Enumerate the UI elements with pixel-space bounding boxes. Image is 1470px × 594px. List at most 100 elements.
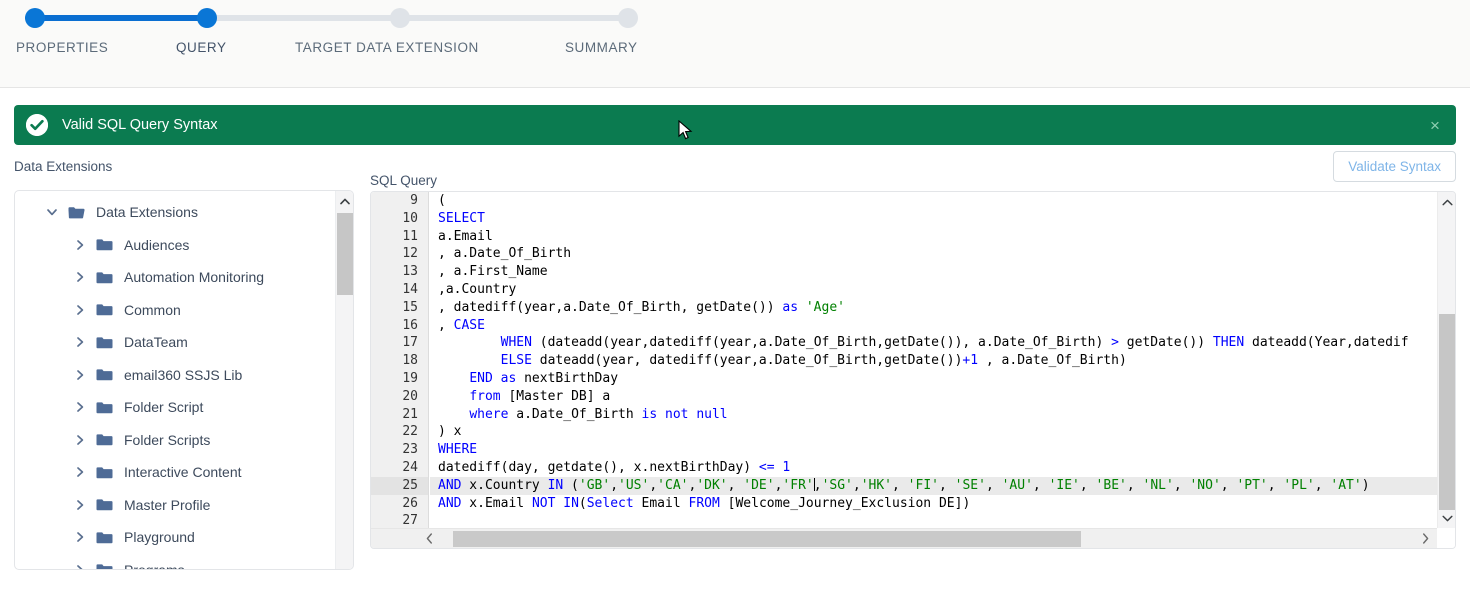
line-number-active: 25 — [371, 476, 428, 495]
chevron-right-icon[interactable] — [73, 433, 87, 447]
code-viewport: 9 10 11 12 13 14 15 16 17 18 19 20 21 22… — [371, 192, 1437, 528]
wizard-step-dot-summary[interactable] — [618, 8, 638, 28]
tree-item-common[interactable]: Common — [15, 294, 335, 327]
editor-vertical-scrollbar-thumb[interactable] — [1439, 314, 1455, 510]
line-number: 14 — [402, 281, 418, 297]
text-caret — [813, 477, 815, 491]
tree-item-master-profile[interactable]: Master Profile — [15, 489, 335, 522]
tree-item-interactive-content[interactable]: Interactive Content — [15, 456, 335, 489]
scroll-down-icon[interactable] — [1438, 508, 1455, 528]
editor-horizontal-scrollbar-thumb[interactable] — [453, 531, 1081, 547]
chevron-right-icon[interactable] — [73, 498, 87, 512]
chevron-right-icon[interactable] — [73, 563, 87, 569]
sql-query-panel-header: SQL Query Validate Syntax — [370, 145, 1456, 191]
code-line-26[interactable]: AND x.Email NOT IN(Select Email FROM [We… — [430, 495, 1437, 513]
code-line-17[interactable]: WHEN (dateadd(year,datediff(year,a.Date_… — [430, 334, 1437, 352]
tree-item-folder-script[interactable]: Folder Script — [15, 391, 335, 424]
wizard-step-dot-query[interactable] — [197, 8, 217, 28]
code-line-10[interactable]: SELECT — [430, 210, 1437, 228]
code-line-18[interactable]: ELSE dateadd(year, datediff(year,a.Date_… — [430, 352, 1437, 370]
line-number: 9 — [410, 193, 418, 208]
code-line-23[interactable]: WHERE — [430, 441, 1437, 459]
chevron-right-icon[interactable] — [73, 368, 87, 382]
line-number: 19 — [402, 370, 418, 386]
close-icon[interactable]: × — [1424, 114, 1446, 136]
code-line-21[interactable]: where a.Date_Of_Birth is not null — [430, 406, 1437, 424]
data-extensions-panel-title: Data Extensions — [14, 159, 113, 174]
chevron-right-icon[interactable] — [73, 270, 87, 284]
line-number: 22 — [402, 424, 418, 440]
tree-item-label: Master Profile — [124, 496, 211, 513]
code-line-11[interactable]: a.Email — [430, 228, 1437, 246]
chevron-right-icon[interactable] — [73, 303, 87, 317]
code-line-25-active[interactable]: AND x.Country IN ('GB','US','CA','DK', '… — [430, 476, 1437, 495]
tree-item-folder-scripts[interactable]: Folder Scripts — [15, 424, 335, 457]
code-line-20[interactable]: from [Master DB] a — [430, 388, 1437, 406]
line-number: 21 — [402, 406, 418, 422]
scroll-up-icon[interactable] — [1438, 192, 1455, 212]
tree-item-programs[interactable]: Programs — [15, 554, 335, 569]
data-extensions-tree: Data Extensions Audiences Automation Mon… — [14, 190, 354, 570]
tree-item-label: Audiences — [124, 236, 190, 253]
folder-icon — [96, 367, 113, 382]
line-number: 13 — [402, 264, 418, 280]
tree-item-label: Playground — [124, 529, 195, 546]
folder-open-icon — [68, 205, 85, 220]
sql-code-editor[interactable]: 9 10 11 12 13 14 15 16 17 18 19 20 21 22… — [370, 191, 1456, 549]
main-content: Data Extensions Data Extensions Audience… — [0, 145, 1470, 585]
chevron-right-icon[interactable] — [73, 530, 87, 544]
tree-scrollbar-thumb[interactable] — [337, 213, 353, 295]
tree-item-datateam[interactable]: DataTeam — [15, 326, 335, 359]
code-line-15[interactable]: , datediff(year,a.Date_Of_Birth, getDate… — [430, 299, 1437, 317]
line-number: 26 — [402, 495, 418, 511]
folder-icon — [96, 497, 113, 512]
wizard-step-dot-target-data-extension[interactable] — [390, 8, 410, 28]
line-number: 10 — [402, 210, 418, 226]
scroll-left-icon[interactable] — [419, 529, 439, 548]
wizard-step-label-summary[interactable]: SUMMARY — [565, 40, 638, 55]
code-line-9[interactable]: ( — [430, 192, 1437, 210]
line-number-gutter: 9 10 11 12 13 14 15 16 17 18 19 20 21 22… — [371, 192, 429, 528]
wizard-step-label-query[interactable]: QUERY — [176, 40, 227, 55]
code-line-16[interactable]: , CASE — [430, 317, 1437, 335]
tree-item-audiences[interactable]: Audiences — [15, 229, 335, 262]
editor-vertical-scrollbar[interactable] — [1437, 192, 1455, 528]
scrollbar-corner — [1437, 528, 1455, 548]
code-line-24[interactable]: datediff(day, getdate(), x.nextBirthDay)… — [430, 459, 1437, 477]
line-number: 20 — [402, 388, 418, 404]
scroll-right-icon[interactable] — [1415, 529, 1435, 548]
code-line-22[interactable]: ) x — [430, 423, 1437, 441]
wizard-step-label-target-data-extension[interactable]: TARGET DATA EXTENSION — [295, 40, 479, 55]
tree-item-data-extensions[interactable]: Data Extensions — [15, 196, 335, 229]
line-number: 18 — [402, 353, 418, 369]
folder-icon — [96, 400, 113, 415]
chevron-right-icon[interactable] — [73, 400, 87, 414]
editor-horizontal-scrollbar[interactable] — [371, 528, 1437, 548]
wizard-step-label-properties[interactable]: PROPERTIES — [16, 40, 108, 55]
success-banner-message: Valid SQL Query Syntax — [62, 117, 218, 133]
tree-item-playground[interactable]: Playground — [15, 521, 335, 554]
tree-item-label: Common — [124, 301, 181, 318]
tree-vertical-scrollbar[interactable] — [335, 191, 353, 569]
code-line-13[interactable]: , a.First_Name — [430, 263, 1437, 281]
sql-query-panel: SQL Query Validate Syntax 9 10 11 12 13 … — [370, 145, 1456, 549]
chevron-right-icon[interactable] — [73, 335, 87, 349]
code-lines[interactable]: ( SELECT a.Email , a.Date_Of_Birth , a.F… — [430, 192, 1437, 528]
tree-item-email360-ssjs-lib[interactable]: email360 SSJS Lib — [15, 359, 335, 392]
line-number: 24 — [402, 459, 418, 475]
code-line-12[interactable]: , a.Date_Of_Birth — [430, 245, 1437, 263]
folder-icon — [96, 432, 113, 447]
code-line-14[interactable]: ,a.Country — [430, 281, 1437, 299]
folder-icon — [96, 302, 113, 317]
tree-item-label: Programs — [124, 562, 185, 569]
code-line-27[interactable] — [430, 512, 1437, 528]
wizard-step-dot-properties[interactable] — [25, 8, 45, 28]
validate-syntax-button[interactable]: Validate Syntax — [1333, 151, 1456, 182]
scroll-up-icon[interactable] — [336, 191, 353, 211]
chevron-right-icon[interactable] — [73, 465, 87, 479]
chevron-right-icon[interactable] — [73, 238, 87, 252]
chevron-down-icon[interactable] — [45, 205, 59, 219]
code-line-19[interactable]: END as nextBirthDay — [430, 370, 1437, 388]
tree-item-automation-monitoring[interactable]: Automation Monitoring — [15, 261, 335, 294]
check-circle-icon — [26, 114, 48, 136]
